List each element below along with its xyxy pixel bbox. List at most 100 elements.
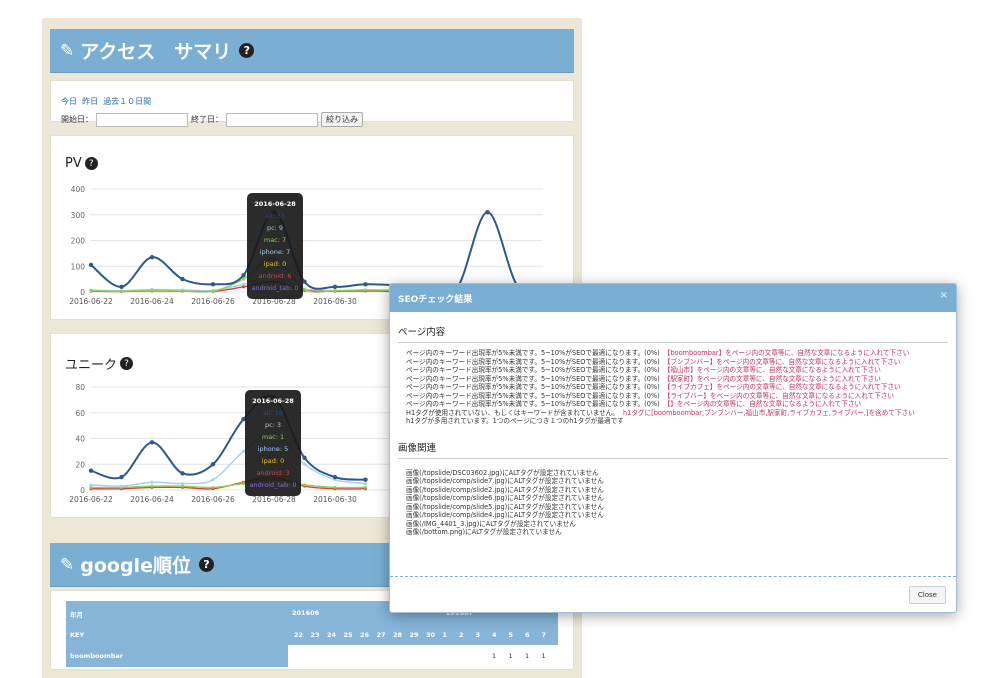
- y-tick-label: 20: [75, 460, 85, 469]
- tooltip-line: android_tab: 0: [251, 284, 299, 292]
- help-icon[interactable]: ?: [198, 557, 214, 572]
- tooltip-line: android: 6: [258, 272, 292, 280]
- help-icon[interactable]: ?: [239, 43, 255, 58]
- tooltip-line: pc: 9: [266, 224, 284, 232]
- day-header: 28: [393, 631, 403, 639]
- data-point: [181, 289, 184, 293]
- list-item: h1タグが多用されています。1つのページにつき１つのh1タグが最適です: [406, 417, 956, 426]
- data-point: [363, 477, 368, 482]
- page-content-section-title: ページ内容: [398, 324, 948, 343]
- day-header: 7: [541, 631, 547, 639]
- issue-text: H1タグが使用されていない、もしくはキーワードが含まれていません。: [406, 408, 619, 417]
- data-point: [332, 474, 338, 480]
- data-point: [180, 471, 185, 476]
- data-point: [303, 287, 306, 291]
- access-summary-title: アクセス サマリ: [80, 41, 232, 63]
- data-point: [120, 289, 123, 293]
- y-tick-label: 0: [80, 486, 85, 495]
- data-point: [89, 485, 93, 489]
- image-section-title: 画像関連: [398, 440, 948, 459]
- list-item: ページ内のキーワード出現率が5%未満です。5~10%がSEOで最適になります。(…: [406, 358, 956, 367]
- link-yesterday[interactable]: 昨日: [82, 97, 98, 106]
- series-line: [90, 431, 366, 487]
- x-tick-label: 2016-06-24: [130, 297, 174, 306]
- modal-header: SEOチェック結果 ×: [390, 284, 956, 312]
- y-tick-label: 40: [75, 435, 85, 444]
- day-header: 4: [492, 631, 497, 639]
- day-header: 22: [294, 631, 304, 639]
- rank-value: 1: [492, 652, 497, 660]
- issue-hint: 【boomboombar】をページ内の文章等に、自然な文章になるように入れて下さ…: [663, 349, 910, 357]
- edit-icon: ✎: [60, 554, 75, 575]
- day-header: 5: [508, 631, 514, 639]
- x-tick-label: 2016-06-22: [69, 495, 113, 504]
- list-item: 画像(/topslide/comp/slide4.jpg)にALTタグが設定され…: [406, 511, 604, 519]
- issue-text: ページ内のキーワード出現率が5%未満です。5~10%がSEOで最適になります。(…: [406, 391, 660, 400]
- list-item: ページ内のキーワード出現率が5%未満です。5~10%がSEOで最適になります。(…: [406, 392, 956, 401]
- modal-footer: Close: [390, 576, 956, 612]
- day-header: 25: [343, 631, 353, 639]
- issue-text: ページ内のキーワード出現率が5%未満です。5~10%がSEOで最適になります。(…: [406, 383, 660, 391]
- data-point: [180, 276, 185, 282]
- tooltip-line: iphone: 5: [257, 445, 289, 453]
- day-header: 24: [327, 631, 337, 639]
- tooltip-line: mac: 1: [261, 433, 285, 441]
- list-item: 画像(/bottom.png)にALTタグが設定されていません: [406, 528, 562, 536]
- data-point: [89, 289, 93, 293]
- data-point: [333, 289, 337, 293]
- data-point: [364, 288, 367, 292]
- data-point: [119, 474, 124, 480]
- issue-text: ページ内のキーワード出現率が5%未満です。5~10%がSEOで最適になります。(…: [406, 374, 660, 383]
- unique-chart-tooltip: 2016-06-28 all: 16 pc: 3 mac: 1 iphone: 5 ip…: [245, 390, 301, 496]
- issue-hint: 【駅家町】をページ内の文章等に、自然な文章になるように入れて下さい: [663, 374, 881, 383]
- x-tick-label: 2016-06-30: [313, 297, 357, 306]
- key-header-label: KEY: [70, 631, 85, 639]
- table-row: boomboombar 1 1 1 1: [66, 645, 558, 667]
- day-header: 1: [442, 631, 448, 639]
- close-icon[interactable]: ×: [940, 290, 948, 301]
- list-item: 画像(/topslide/comp/slide2.jpg)にALTタグが設定され…: [406, 485, 604, 494]
- data-point: [302, 455, 307, 461]
- day-header: 29: [409, 631, 419, 639]
- list-item: 画像(/topslide/comp/slide6.jpg)にALTタグが設定され…: [406, 494, 604, 502]
- issue-hint: h1タグに[boomboombar,ブンブンバー,福山市,駅家町,ライブカフェ,…: [622, 408, 915, 417]
- rank-keyword: boomboombar: [70, 652, 123, 660]
- day-header: 2: [459, 631, 464, 639]
- data-point: [364, 482, 367, 486]
- list-item: 画像(/topslide/comp/slide5.jpg)にALTタグが設定され…: [406, 502, 604, 511]
- data-point: [303, 483, 306, 487]
- link-today[interactable]: 今日: [61, 97, 77, 106]
- tooltip-line: all: 16: [262, 409, 284, 417]
- tooltip-line: android_tab: 0: [249, 481, 297, 489]
- x-tick-label: 2016-06-26: [191, 297, 235, 306]
- series-line: [90, 211, 549, 296]
- filter-submit-button[interactable]: 絞り込み: [321, 112, 363, 127]
- start-date-input[interactable]: [96, 112, 188, 127]
- end-date-input[interactable]: [226, 112, 318, 127]
- day-header: 26: [360, 631, 370, 639]
- y-tick-label: 60: [75, 409, 85, 418]
- page-content-list: ページ内のキーワード出現率が5%未満です。5~10%がSEOで最適になります。(…: [406, 349, 956, 426]
- month-201606: 201606: [292, 609, 320, 617]
- link-last-10-days[interactable]: 過去１０日間: [103, 97, 151, 106]
- list-item: ページ内のキーワード出現率が5%未満です。5~10%がSEOで最適になります。(…: [406, 383, 956, 392]
- issue-hint: 【ライブカフェ】をページ内の文章等に、自然な文章になるように入れて下さい: [663, 383, 901, 391]
- data-point: [242, 285, 245, 289]
- close-button[interactable]: Close: [908, 586, 946, 604]
- data-point: [150, 484, 154, 488]
- list-item: 画像(/topslide/DSC03602.jpg)にALTタグが設定されていま…: [406, 468, 599, 477]
- end-date-label: 終了日：: [191, 115, 223, 124]
- data-point: [210, 282, 216, 287]
- date-filter-card: 今日 昨日 過去１０日間 開始日： 終了日： 絞り込み: [50, 80, 574, 127]
- data-point: [210, 462, 216, 467]
- tooltip-line: pc: 3: [264, 421, 282, 429]
- data-point: [181, 482, 184, 486]
- rank-key-header: KEY 22 23 24 25 26 27 28 29 30 1 2 3 4 5 6 7: [66, 623, 558, 645]
- data-point: [150, 480, 154, 484]
- list-item: 画像(/topslide/comp/slide7.jpg)にALTタグが設定され…: [406, 477, 604, 485]
- issue-hint: 【ライブバー】をページ内の文章等に、自然な文章になるように入れて下さい: [663, 391, 895, 400]
- rank-value: 1: [525, 652, 530, 660]
- rank-value: 1: [541, 652, 546, 660]
- data-point: [364, 485, 367, 489]
- edit-icon: ✎: [60, 40, 75, 61]
